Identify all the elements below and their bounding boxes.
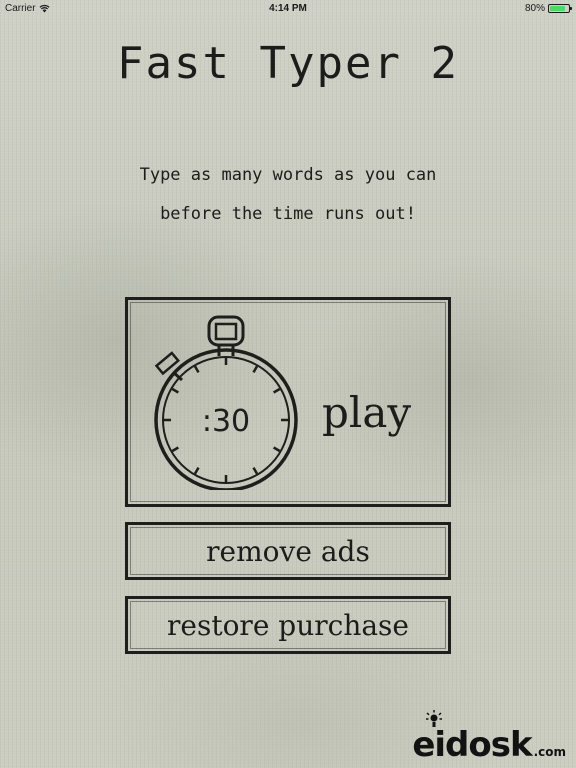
remove-ads-label: remove ads [206,534,370,568]
stopwatch-tick [193,365,200,373]
logo-suffix: .com [533,745,566,759]
play-label: play [322,388,412,437]
app-title: Fast Typer 2 [117,38,459,89]
battery-status: 80% [524,3,572,14]
stopwatch-tick [171,387,179,394]
logo-wordmark: eidosk [412,710,533,765]
battery-icon [548,4,572,13]
stopwatch-tick [193,467,200,475]
stopwatch-icon: :30 [154,315,298,490]
stopwatch-tick [252,365,259,373]
instructions-line-2: before the time runs out! [160,204,416,224]
logo-main-text: eidosk [412,725,532,765]
status-time: 4:14 PM [269,3,307,14]
battery-percent: 80% [524,3,545,14]
stopwatch-tick [273,387,281,394]
eidosk-logo[interactable]: eidosk .com [412,710,566,765]
play-button[interactable]: :30 play [125,297,451,507]
timer-label: :30 [202,404,250,439]
stopwatch-tick [273,446,281,453]
restore-purchase-label: restore purchase [167,608,409,642]
stopwatch-tick [252,467,259,475]
stopwatch-tick [171,446,179,453]
restore-purchase-button[interactable]: restore purchase [125,596,451,654]
instructions: Type as many words as you can before the… [0,156,576,234]
status-bar: Carrier 4:14 PM 80% [0,0,576,18]
lightbulb-icon [426,710,443,727]
remove-ads-button[interactable]: remove ads [125,522,451,580]
instructions-line-1: Type as many words as you can [139,165,437,185]
